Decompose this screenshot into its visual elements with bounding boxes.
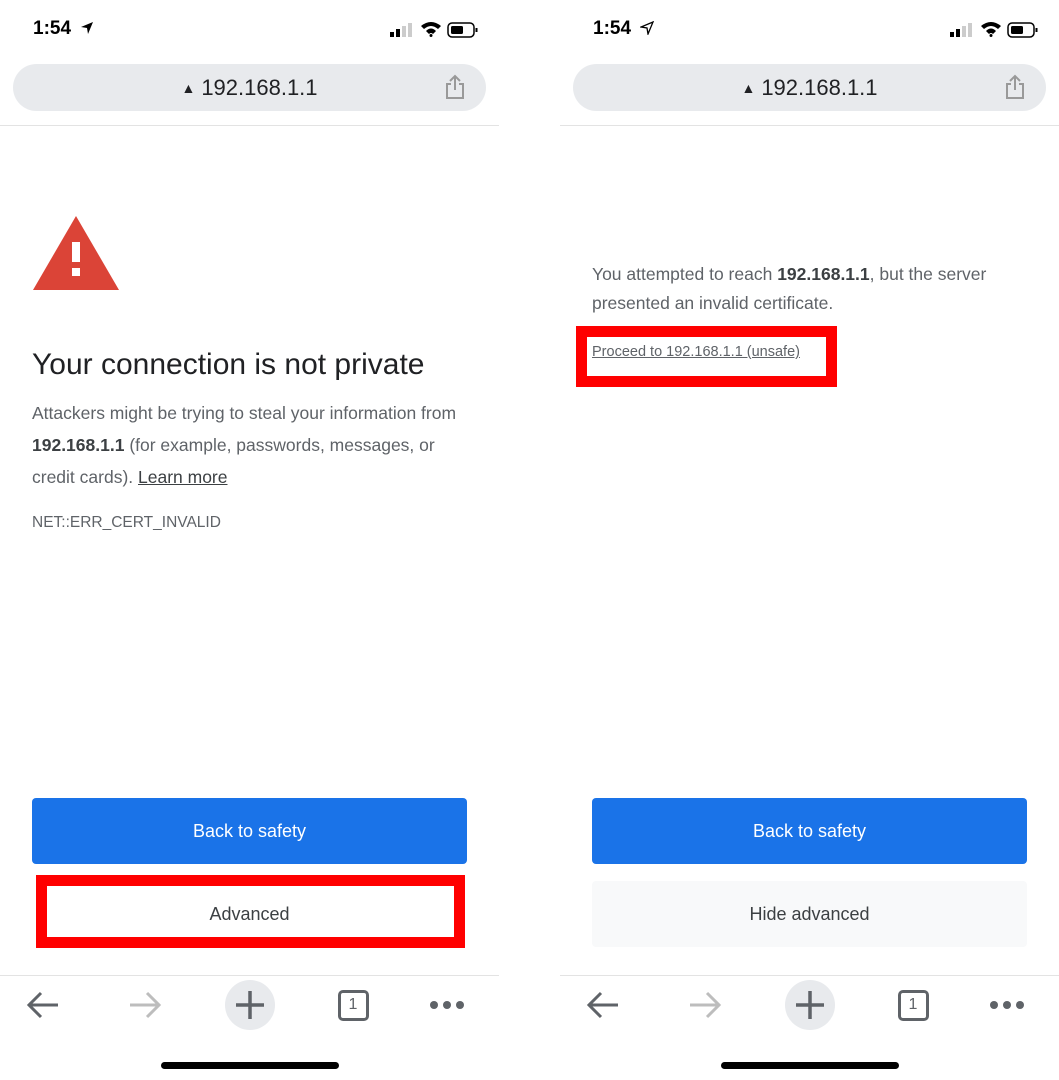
address-bar[interactable]: ▲ 192.168.1.1 [573,64,1046,111]
tab-switcher-button[interactable]: 1 [328,980,378,1030]
wifi-icon [421,22,441,37]
back-arrow-icon [26,991,58,1019]
tab-count-icon: 1 [897,989,929,1021]
tab-count-icon: 1 [337,989,369,1021]
error-code: NET::ERR_CERT_INVALID [32,514,221,531]
divider [0,125,499,126]
host-name: 192.168.1.1 [32,435,125,455]
back-to-safety-button[interactable]: Back to safety [592,798,1027,864]
more-dots-icon [990,1001,1024,1009]
home-indicator[interactable] [721,1062,899,1069]
not-secure-icon: ▲ [181,80,196,96]
tab-switcher-button[interactable]: 1 [888,980,938,1030]
url-text: 192.168.1.1 [761,75,878,100]
advanced-details: You attempted to reach 192.168.1.1, but … [592,264,987,313]
battery-icon [1007,22,1038,38]
forward-button[interactable] [680,980,730,1030]
wifi-icon [981,22,1001,37]
battery-icon [447,22,478,38]
home-indicator[interactable] [161,1062,339,1069]
new-tab-button[interactable] [225,980,275,1030]
not-secure-icon: ▲ [741,80,756,96]
bottom-toolbar: 1 [560,980,1059,1030]
learn-more-link[interactable]: Learn more [138,467,228,487]
address-bar[interactable]: ▲ 192.168.1.1 [13,64,486,111]
status-bar: 1:54 [560,18,1059,44]
screen-advanced: 1:54 ▲ 192.168.1.1 You attempted to reach… [560,0,1059,1080]
signal-icon [950,23,972,37]
status-bar: 1:54 [0,18,499,44]
location-icon [81,22,93,34]
clock: 1:54 [33,18,72,39]
forward-button[interactable] [120,980,170,1030]
back-arrow-icon [586,991,618,1019]
new-tab-button[interactable] [785,980,835,1030]
forward-arrow-icon [130,991,162,1019]
plus-icon [236,991,264,1019]
back-to-safety-button[interactable]: Back to safety [32,798,467,864]
clock: 1:54 [593,18,632,39]
divider [560,125,1059,126]
share-icon[interactable] [444,74,466,100]
back-button[interactable] [18,980,68,1030]
location-icon [640,21,654,35]
plus-icon [796,991,824,1019]
highlight-box [36,875,465,948]
more-dots-icon [430,1001,464,1009]
menu-button[interactable] [982,980,1032,1030]
page-title: Your connection is not private [32,348,425,381]
screen-warning: 1:54 ▲ 192.168.1.1 Your connection is not… [0,0,499,1080]
divider [560,975,1059,976]
share-icon[interactable] [1004,74,1026,100]
warning-triangle-icon [33,216,119,290]
host-name: 192.168.1.1 [777,264,870,284]
highlight-box [576,326,837,387]
signal-icon [390,23,412,37]
hide-advanced-button[interactable]: Hide advanced [592,881,1027,947]
bottom-toolbar: 1 [0,980,499,1030]
menu-button[interactable] [422,980,472,1030]
back-button[interactable] [578,980,628,1030]
warning-description: Attackers might be trying to steal your … [32,403,457,487]
url-text: 192.168.1.1 [201,75,318,100]
forward-arrow-icon [690,991,722,1019]
divider [0,975,499,976]
